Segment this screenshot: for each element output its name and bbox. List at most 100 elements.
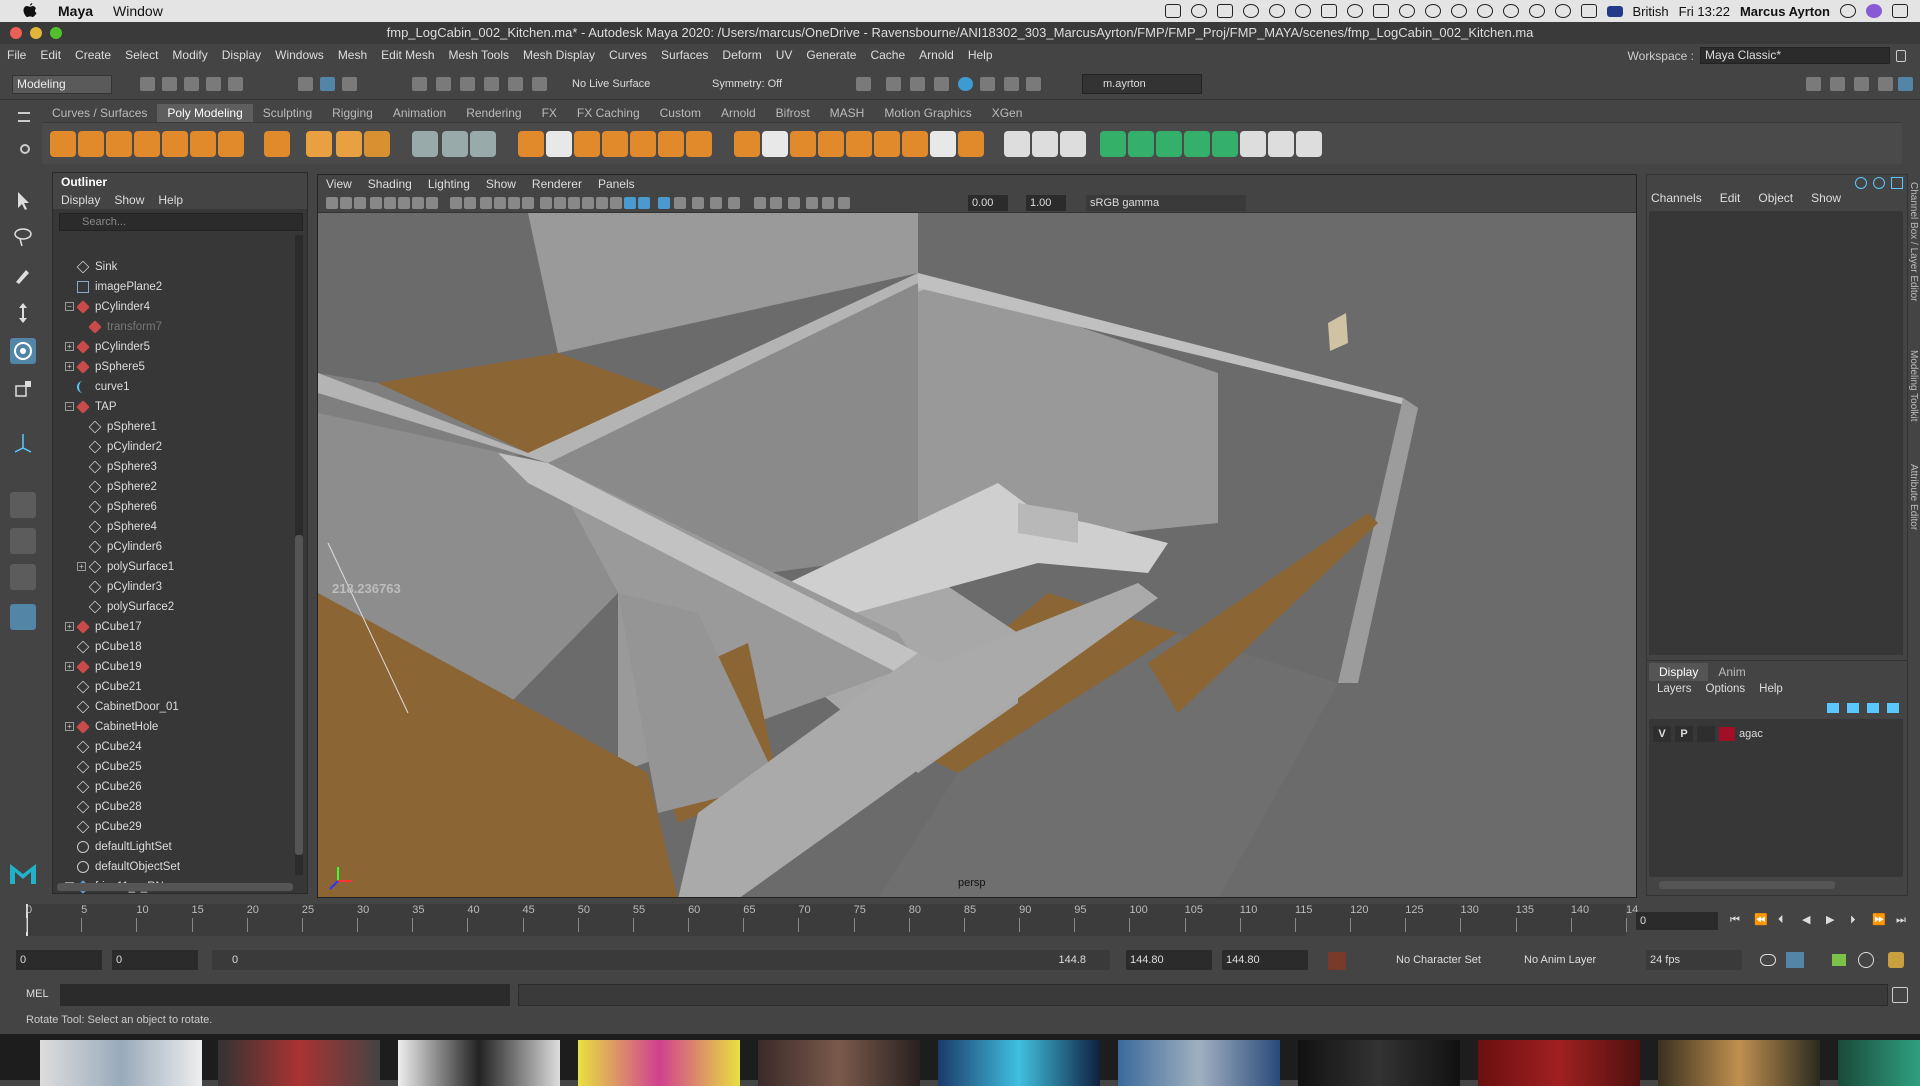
new-layer-icon[interactable] xyxy=(1867,703,1879,713)
viewport-tool-icon[interactable] xyxy=(624,197,636,209)
viewport-tool-icon[interactable] xyxy=(596,197,608,209)
user-account-dropdown[interactable]: m.ayrton xyxy=(1082,74,1202,94)
outliner-vertical-scrollbar[interactable] xyxy=(295,235,303,875)
expand-toggle[interactable]: + xyxy=(77,562,86,571)
outliner-row[interactable]: pSphere3 xyxy=(53,457,293,477)
outliner-row[interactable]: −pCylinder4 xyxy=(53,297,293,317)
menu-windows[interactable]: Windows xyxy=(268,48,331,62)
gamma-field[interactable]: 1.00 xyxy=(1026,195,1066,211)
smooth-icon[interactable] xyxy=(602,131,628,157)
menu-select[interactable]: Select xyxy=(118,48,165,62)
dock-thumbnail[interactable] xyxy=(1298,1040,1460,1086)
layer-name[interactable]: agac xyxy=(1739,728,1763,740)
uv-editor-icon[interactable] xyxy=(1100,131,1126,157)
boolean-icon[interactable] xyxy=(630,131,656,157)
outliner-menu-display[interactable]: Display xyxy=(61,191,100,209)
snap-curve-icon[interactable] xyxy=(436,77,451,91)
close-window-button[interactable] xyxy=(10,27,22,39)
new-layer-selected-icon[interactable] xyxy=(1887,703,1899,713)
viewport-tool-icon[interactable] xyxy=(658,197,670,209)
outliner-horizontal-scrollbar[interactable] xyxy=(57,883,293,891)
outliner-row[interactable]: pCube26 xyxy=(53,777,293,797)
four-view-layout-icon[interactable] xyxy=(10,528,36,554)
side-tab-attribute-editor[interactable]: Attribute Editor xyxy=(1908,464,1919,530)
dock-thumbnail[interactable] xyxy=(1478,1040,1640,1086)
menu-help[interactable]: Help xyxy=(961,48,1000,62)
menu-cache[interactable]: Cache xyxy=(863,48,912,62)
planar-uv-icon[interactable] xyxy=(1128,131,1154,157)
outliner-menu-help[interactable]: Help xyxy=(158,191,183,209)
viewport-tool-icon[interactable] xyxy=(522,197,534,209)
outliner-row[interactable]: pSphere4 xyxy=(53,517,293,537)
viewport-tool-icon[interactable] xyxy=(568,197,580,209)
viewport-menu-show[interactable]: Show xyxy=(486,175,516,193)
combine-icon[interactable] xyxy=(518,131,544,157)
select-hierarchy-icon[interactable] xyxy=(298,77,313,91)
viewport-tool-icon[interactable] xyxy=(426,197,438,209)
outliner-layout-icon[interactable] xyxy=(10,604,36,630)
sew-uv-icon[interactable] xyxy=(1296,131,1322,157)
lock-icon[interactable] xyxy=(1896,50,1906,62)
outliner-row[interactable]: polySurface2 xyxy=(53,597,293,617)
sync-icon[interactable] xyxy=(1399,4,1415,18)
sculpt-icon[interactable] xyxy=(412,131,438,157)
outliner-row[interactable]: pCube28 xyxy=(53,797,293,817)
loop-playback-icon[interactable] xyxy=(1760,954,1776,966)
character-set-dropdown[interactable]: No Character Set xyxy=(1396,954,1481,966)
go-to-end-icon[interactable]: ⏭ xyxy=(1896,914,1908,926)
timer-icon[interactable] xyxy=(1347,4,1363,18)
circularize-icon[interactable] xyxy=(958,131,984,157)
cut-uv-icon[interactable] xyxy=(1268,131,1294,157)
outliner-row[interactable]: +pCube17 xyxy=(53,617,293,637)
target-weld-icon[interactable] xyxy=(1032,131,1058,157)
step-back-key-icon[interactable]: ⏪ xyxy=(1754,914,1766,926)
viewport-tool-icon[interactable] xyxy=(326,197,338,209)
drive-icon[interactable] xyxy=(1373,4,1389,18)
hypershade-icon[interactable] xyxy=(958,77,973,91)
play-forward-icon[interactable]: ▶ xyxy=(1826,914,1838,926)
viewport-tool-icon[interactable] xyxy=(412,197,424,209)
layer-display-type-toggle[interactable] xyxy=(1697,726,1715,742)
fill-hole-icon[interactable] xyxy=(790,131,816,157)
outliner-row[interactable]: pSphere2 xyxy=(53,477,293,497)
menu-arnold[interactable]: Arnold xyxy=(912,48,961,62)
outliner-row[interactable]: pCube18 xyxy=(53,637,293,657)
cylinder-icon[interactable] xyxy=(106,131,132,157)
move-layer-up-icon[interactable] xyxy=(1827,703,1839,713)
layer-horizontal-scrollbar[interactable] xyxy=(1659,881,1835,889)
time-ruler[interactable]: 0510152025303540455055606570758085909510… xyxy=(26,904,1626,936)
viewport-tool-icon[interactable] xyxy=(838,197,850,209)
viewport-tool-icon[interactable] xyxy=(494,197,506,209)
shelf-tab-sculpting[interactable]: Sculpting xyxy=(253,104,322,122)
playback-speed-icon[interactable] xyxy=(1888,952,1904,968)
playback-end-field[interactable]: 144.80 xyxy=(1126,950,1212,970)
dock-thumbnail[interactable] xyxy=(218,1040,380,1086)
auto-key-icon[interactable] xyxy=(1328,952,1346,970)
viewport-tool-icon[interactable] xyxy=(354,197,366,209)
step-forward-key-icon[interactable]: ⏩ xyxy=(1872,914,1884,926)
outliner-row[interactable]: defaultObjectSet xyxy=(53,857,293,877)
redo-icon[interactable] xyxy=(228,77,243,91)
chamfer-icon[interactable] xyxy=(902,131,928,157)
outliner-row[interactable]: +CabinetHole xyxy=(53,717,293,737)
viewport-menu-panels[interactable]: Panels xyxy=(598,175,635,193)
channel-float-icon[interactable] xyxy=(1891,177,1903,189)
viewport-tool-icon[interactable] xyxy=(610,197,622,209)
menu-uv[interactable]: UV xyxy=(769,48,800,62)
cache-playback-icon[interactable] xyxy=(1786,952,1804,968)
menu-file[interactable]: File xyxy=(0,48,33,62)
zoom-window-button[interactable] xyxy=(50,27,62,39)
viewport-tool-icon[interactable] xyxy=(582,197,594,209)
dock-thumbnail[interactable] xyxy=(398,1040,560,1086)
dock-thumbnail[interactable] xyxy=(1838,1040,1920,1086)
workspace-dropdown[interactable]: Maya Classic* xyxy=(1700,47,1890,64)
siri-icon[interactable] xyxy=(1866,4,1882,18)
viewport-tool-icon[interactable] xyxy=(508,197,520,209)
shelf-tab-bifrost[interactable]: Bifrost xyxy=(766,104,820,122)
two-view-layout-icon[interactable] xyxy=(10,564,36,590)
cone-icon[interactable] xyxy=(134,131,160,157)
shelf-tab-motion-graphics[interactable]: Motion Graphics xyxy=(874,104,981,122)
spherical-uv-icon[interactable] xyxy=(1184,131,1210,157)
viewport-tool-icon[interactable] xyxy=(710,197,722,209)
play-backward-icon[interactable]: ◀ xyxy=(1802,914,1814,926)
